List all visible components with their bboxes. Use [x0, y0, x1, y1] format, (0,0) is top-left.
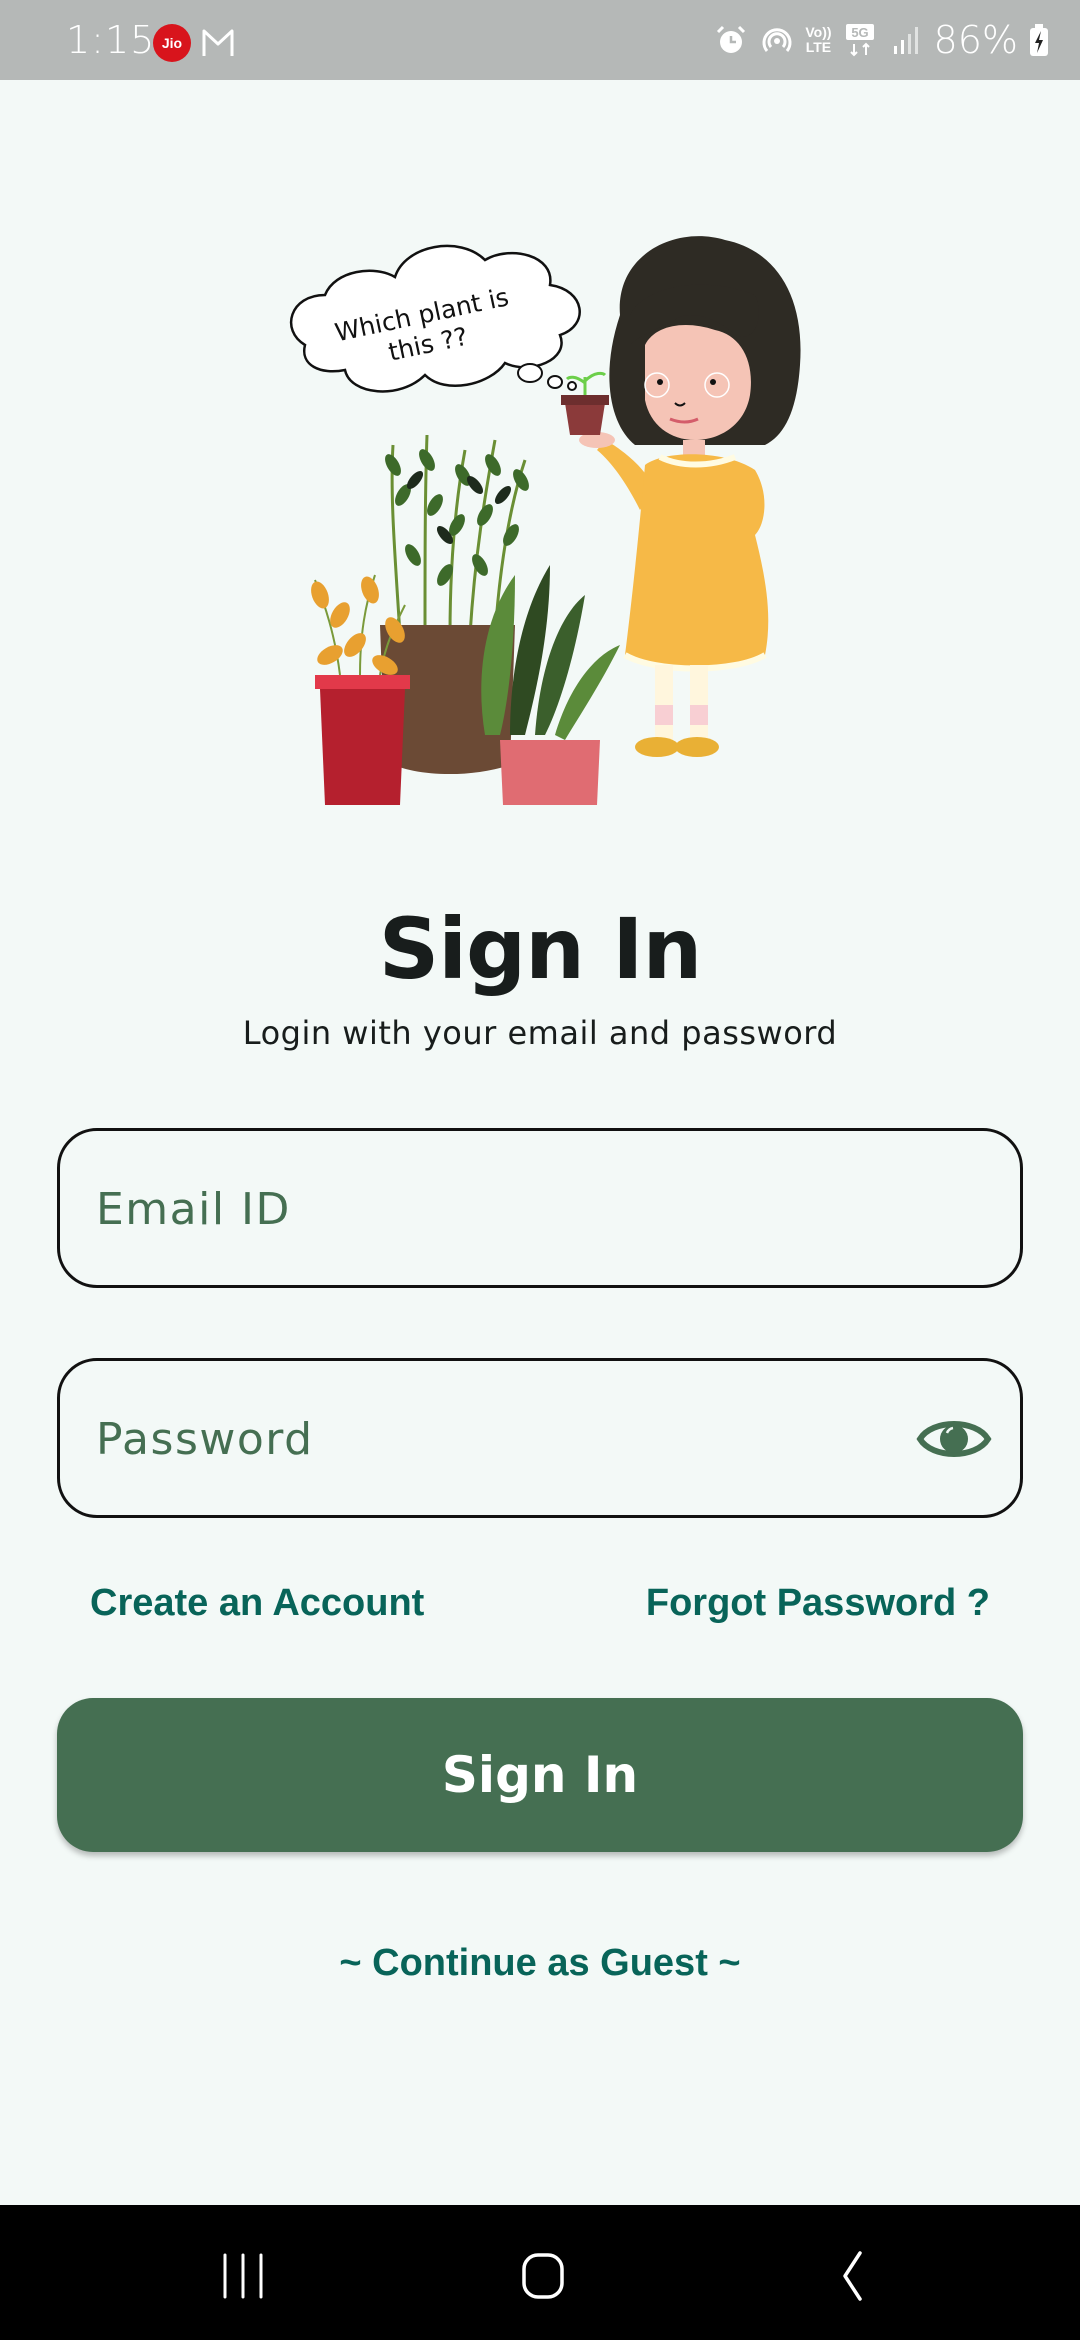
jio-icon: Jio	[153, 24, 191, 62]
alarm-icon	[717, 25, 746, 53]
hero-illustration: Which plant is this ??	[289, 236, 801, 805]
gmail-icon	[202, 29, 234, 56]
girl-figure	[579, 236, 801, 757]
thought-bubble: Which plant is this ??	[289, 244, 581, 393]
hotspot-icon	[762, 28, 792, 52]
seedling-pot	[561, 371, 609, 435]
password-input[interactable]	[94, 1361, 898, 1517]
battery-percent: 86%	[933, 18, 1018, 62]
battery-charging-icon	[1030, 24, 1048, 56]
eye-icon[interactable]	[916, 1409, 992, 1469]
recents-icon[interactable]	[203, 2235, 283, 2315]
sign-in-button[interactable]: Sign In	[57, 1698, 1023, 1852]
5g-icon: 5G	[845, 24, 874, 57]
create-account-link[interactable]: Create an Account	[90, 1582, 424, 1625]
system-icons: Vo)) LTE 5G 86%	[713, 14, 1050, 66]
signal-icon	[893, 27, 918, 54]
forgot-password-link[interactable]: Forgot Password ?	[646, 1582, 990, 1625]
page-title: Sign In	[378, 900, 703, 998]
status-time: 1:15	[66, 18, 156, 62]
email-field-container	[57, 1128, 1023, 1288]
back-icon[interactable]	[808, 2235, 888, 2315]
volte-icon: Vo)) LTE	[805, 24, 832, 55]
system-nav-bar	[0, 2205, 1080, 2340]
status-bar: 1:15 Jio Vo)) LTE 5G 86%	[0, 0, 1080, 80]
home-icon[interactable]	[503, 2235, 583, 2315]
email-input[interactable]	[94, 1131, 898, 1287]
page-subtitle: Login with your email and password	[242, 1014, 838, 1052]
plants	[311, 434, 620, 805]
continue-as-guest-link[interactable]: ~ Continue as Guest ~	[0, 1942, 1080, 1985]
svg-text:5G: 5G	[851, 25, 868, 40]
password-field-container	[57, 1358, 1023, 1518]
